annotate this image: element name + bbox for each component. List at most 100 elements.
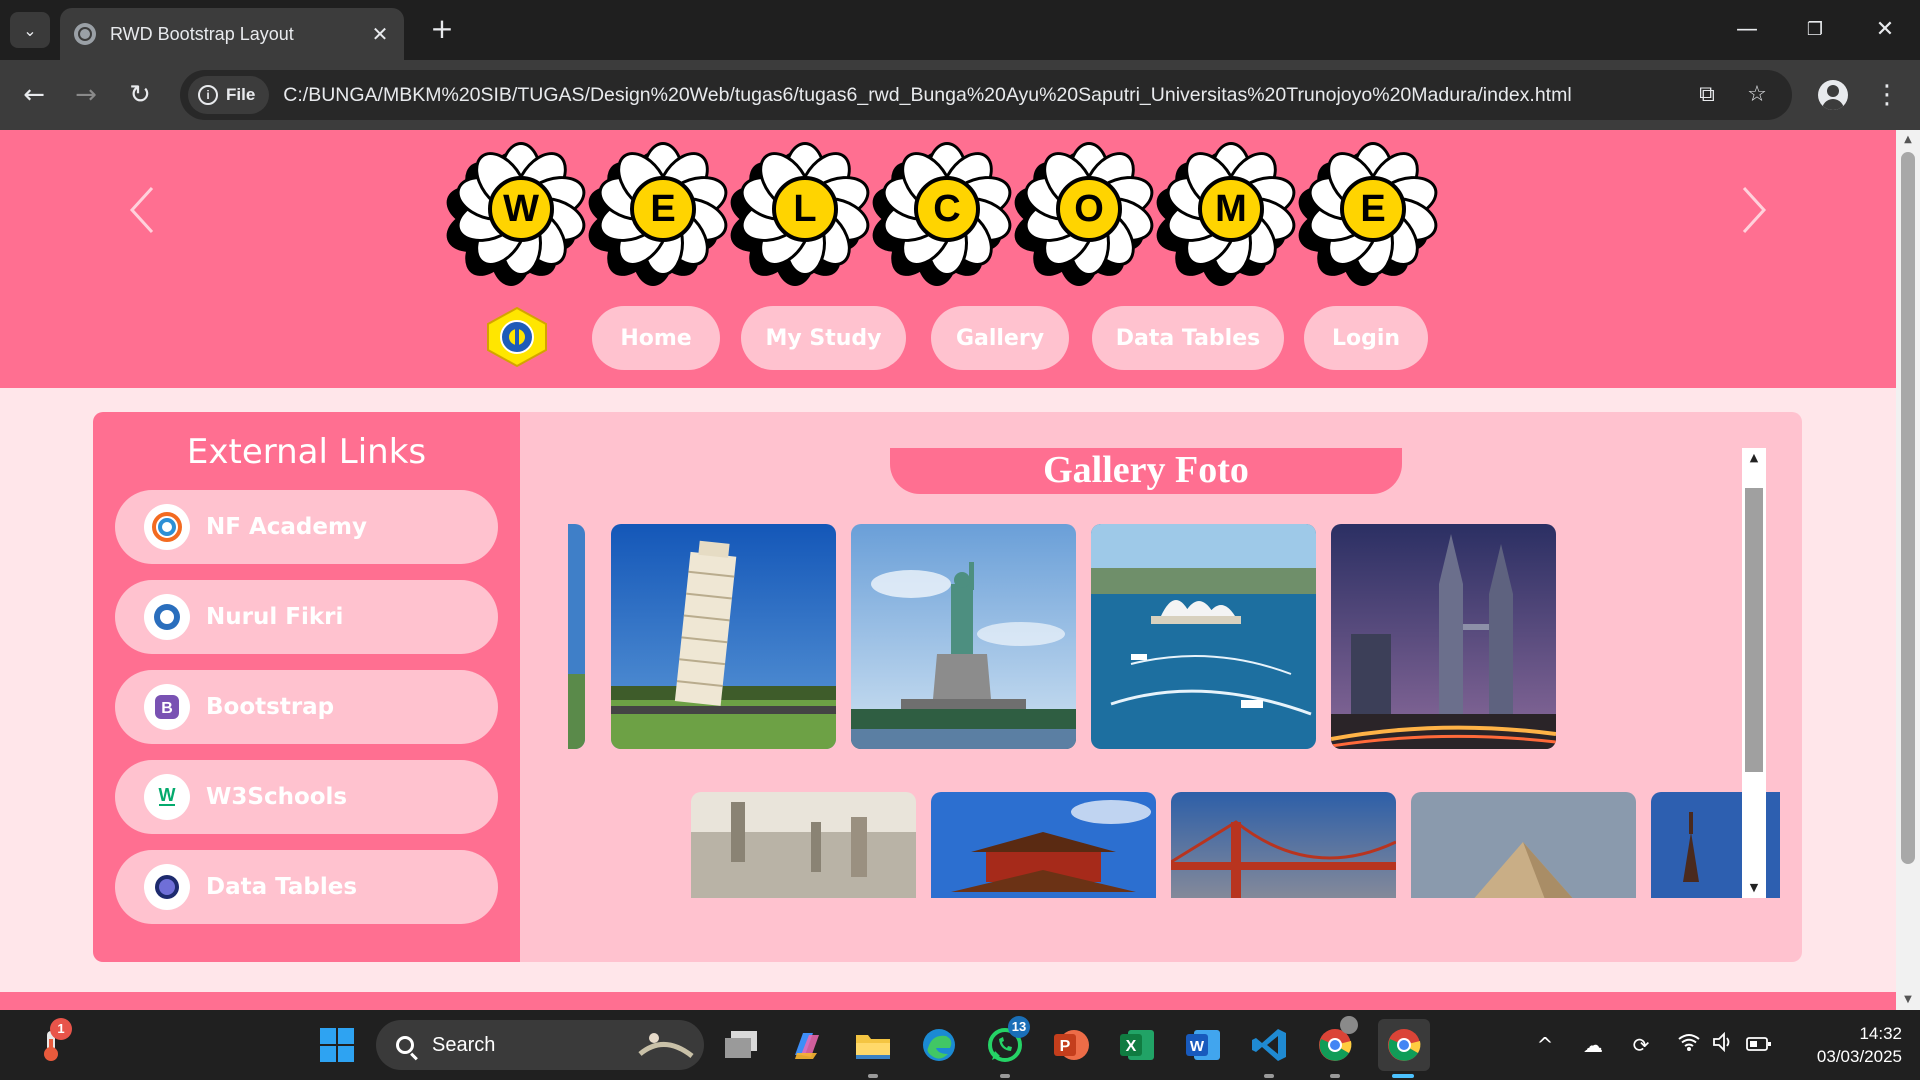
link-label: Data Tables	[206, 874, 358, 900]
welcome-banner: W E L C O M E	[440, 138, 1450, 288]
chevron-up-icon[interactable]: ^	[1530, 1030, 1560, 1060]
thermometer-icon[interactable]: 1	[28, 1018, 74, 1068]
gallery-photo-pisa[interactable]	[611, 524, 836, 749]
nav-gallery[interactable]: Gallery	[931, 306, 1069, 370]
footer-strip	[0, 992, 1896, 1010]
gallery-photo-city[interactable]	[691, 792, 916, 898]
close-tab-icon[interactable]: ✕	[366, 22, 394, 46]
tab-title: RWD Bootstrap Layout	[110, 23, 294, 44]
nurul-fikri-icon	[144, 594, 190, 640]
link-w3schools[interactable]: W W3Schools	[115, 760, 498, 834]
gallery-photo-sydney[interactable]	[1091, 524, 1316, 749]
link-bootstrap[interactable]: B Bootstrap	[115, 670, 498, 744]
onedrive-cloud-icon[interactable]: ☁	[1578, 1030, 1608, 1060]
tab-search-button[interactable]: ⌄	[10, 12, 50, 48]
word-letter: W	[1190, 1038, 1205, 1055]
scroll-up-icon[interactable]: ▲	[1896, 130, 1920, 150]
gallery-photo-statue-of-liberty[interactable]	[851, 524, 1076, 749]
gallery-photo-pyramid[interactable]	[1411, 792, 1636, 898]
flower-letter: O	[1056, 176, 1122, 242]
page-scrollbar[interactable]: ▲ ▼	[1896, 130, 1920, 1010]
welcome-flower: E	[1292, 138, 1444, 286]
profile-badge-icon	[1340, 1016, 1358, 1034]
excel-icon[interactable]: X	[1114, 1022, 1160, 1068]
more-menu-icon[interactable]: ⋮	[1872, 78, 1902, 112]
nav-my-study[interactable]: My Study	[741, 306, 906, 370]
whatsapp-icon[interactable]: 13	[982, 1016, 1030, 1068]
scroll-down-icon[interactable]: ▼	[1896, 990, 1920, 1010]
gallery-photo-forbidden-city[interactable]	[931, 792, 1156, 898]
address-bar[interactable]: i File C:/BUNGA/MBKM%20SIB/TUGAS/Design%…	[180, 70, 1792, 120]
nav-data-tables[interactable]: Data Tables	[1092, 306, 1284, 370]
forward-arrow-icon[interactable]: →	[66, 76, 106, 116]
running-indicator	[868, 1074, 878, 1078]
flower-letter: E	[1340, 176, 1406, 242]
notification-badge: 1	[50, 1018, 72, 1040]
new-tab-button[interactable]: +	[424, 12, 460, 48]
task-view-icon[interactable]	[718, 1022, 764, 1068]
gallery-scrollbar[interactable]: ▲ ▼	[1742, 448, 1766, 898]
welcome-flower: E	[582, 138, 734, 286]
edge-icon[interactable]	[916, 1022, 962, 1068]
link-label: Bootstrap	[206, 694, 335, 720]
university-logo-icon[interactable]	[484, 306, 550, 368]
carousel-prev-icon[interactable]	[122, 180, 162, 240]
ppt-letter: P	[1060, 1038, 1071, 1055]
vscode-icon[interactable]	[1246, 1022, 1292, 1068]
hero-carousel: W E L C O M E Home My Study Gallery Data…	[0, 130, 1896, 388]
carousel-next-icon[interactable]	[1734, 180, 1774, 240]
system-clock[interactable]: 14:32 03/03/2025	[1792, 1022, 1902, 1068]
sidebar-title: External Links	[186, 432, 427, 472]
minimize-icon[interactable]: —	[1722, 10, 1772, 50]
word-icon[interactable]: W	[1180, 1022, 1226, 1068]
browser-tab[interactable]: RWD Bootstrap Layout ✕	[60, 8, 404, 60]
copilot-icon[interactable]	[784, 1022, 830, 1068]
powerpoint-icon[interactable]: P	[1048, 1022, 1094, 1068]
sync-icon[interactable]: ⟳	[1626, 1030, 1656, 1060]
chrome-icon[interactable]	[1312, 1016, 1358, 1068]
gallery-photo-partial[interactable]	[568, 524, 585, 749]
gallery-photo-petronas[interactable]	[1331, 524, 1556, 749]
chrome-active-icon[interactable]	[1378, 1019, 1430, 1071]
close-window-icon[interactable]: ✕	[1860, 10, 1910, 50]
scroll-down-icon[interactable]: ▼	[1742, 878, 1766, 898]
wifi-icon[interactable]	[1674, 1030, 1704, 1060]
svg-text:B: B	[161, 700, 173, 717]
nav-home[interactable]: Home	[592, 306, 720, 370]
gallery-title: Gallery Foto	[890, 448, 1402, 494]
link-nurul-fikri[interactable]: Nurul Fikri	[115, 580, 498, 654]
welcome-flower: O	[1008, 138, 1160, 286]
translate-icon[interactable]: ⧉	[1692, 80, 1722, 110]
clock-time: 14:32	[1859, 1024, 1902, 1043]
active-indicator	[1392, 1074, 1414, 1078]
link-label: Nurul Fikri	[206, 604, 344, 630]
search-label: Search	[432, 1033, 496, 1056]
nav-login[interactable]: Login	[1304, 306, 1428, 370]
reload-icon[interactable]: ↻	[120, 76, 160, 116]
battery-icon[interactable]	[1744, 1030, 1774, 1060]
link-data-tables[interactable]: Data Tables	[115, 850, 498, 924]
notification-badge: 13	[1008, 1016, 1030, 1038]
scroll-up-icon[interactable]: ▲	[1742, 448, 1766, 468]
flower-letter: W	[488, 176, 554, 242]
gallery-scroll-area[interactable]: Gallery Foto	[568, 448, 1780, 898]
bootstrap-icon: B	[144, 684, 190, 730]
taskbar-search[interactable]: Search	[376, 1020, 704, 1070]
welcome-flower: L	[724, 138, 876, 286]
back-arrow-icon[interactable]: ←	[14, 76, 54, 116]
page-scroll-thumb[interactable]	[1901, 152, 1915, 864]
profile-avatar-icon[interactable]	[1818, 80, 1848, 110]
volume-icon[interactable]	[1708, 1030, 1738, 1060]
link-nf-academy[interactable]: NF Academy	[115, 490, 498, 564]
bookmark-star-icon[interactable]: ☆	[1742, 80, 1772, 110]
welcome-flower: W	[440, 138, 592, 286]
gallery-photo-golden-gate[interactable]	[1171, 792, 1396, 898]
url-text[interactable]: C:/BUNGA/MBKM%20SIB/TUGAS/Design%20Web/t…	[283, 84, 1683, 107]
file-explorer-icon[interactable]	[850, 1022, 896, 1068]
gallery-scroll-thumb[interactable]	[1745, 488, 1763, 772]
restore-icon[interactable]: ❐	[1790, 10, 1840, 50]
gallery-section: Gallery Foto ▲ ▼	[520, 412, 1802, 962]
svg-text:W: W	[159, 785, 176, 805]
site-info-chip[interactable]: i File	[188, 76, 270, 114]
start-icon[interactable]	[314, 1022, 360, 1068]
